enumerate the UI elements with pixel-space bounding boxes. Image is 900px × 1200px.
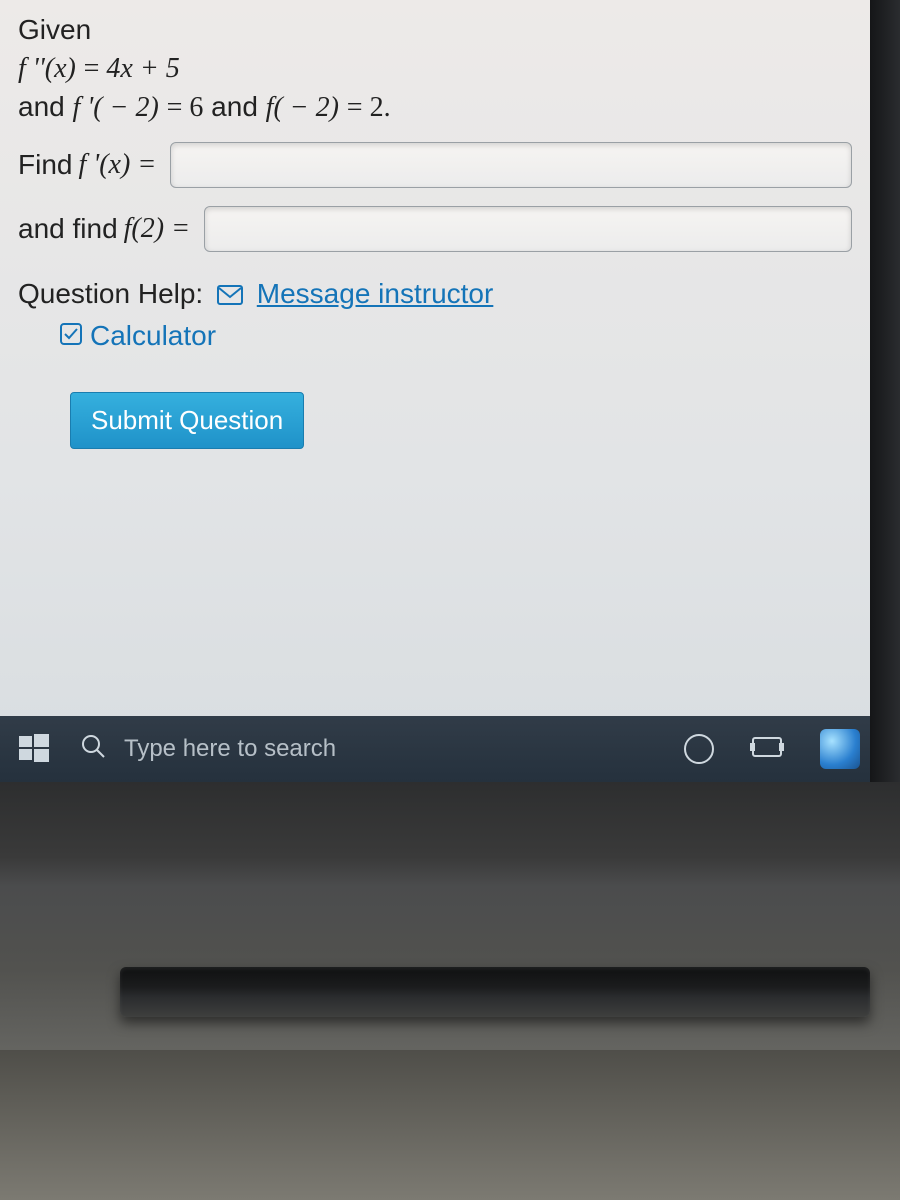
f2-answer-input[interactable] (204, 206, 852, 252)
f2-expr: f(2) = (124, 213, 190, 245)
laptop-deck (0, 1050, 900, 1200)
find-label: Find (18, 149, 72, 181)
ic1-lhs: f '( − 2) (73, 92, 159, 123)
and-prefix: and (18, 91, 73, 122)
windows-taskbar: Type here to search (0, 716, 870, 782)
eq1-lhs: f ''(x) (18, 53, 76, 84)
and-joiner: and (211, 91, 266, 122)
cortana-icon[interactable] (684, 734, 714, 764)
eq1-rhs: 4x + 5 (106, 53, 179, 84)
question-help: Question Help: Message instructor (18, 278, 852, 312)
checkbox-icon (60, 320, 82, 352)
mail-icon (217, 280, 243, 312)
ic1-rhs: 6 (189, 92, 203, 123)
equals-sign: = (167, 92, 190, 123)
and-find-label: and find (18, 213, 118, 245)
task-view-icon[interactable] (750, 735, 784, 763)
fprime-expr: f '(x) = (78, 149, 156, 181)
laptop-hinge (120, 967, 870, 1017)
start-button[interactable] (0, 716, 68, 782)
submit-question-button[interactable]: Submit Question (70, 392, 304, 449)
equals-sign: = (84, 53, 107, 84)
taskbar-right (684, 729, 870, 769)
laptop-body (0, 782, 900, 1200)
browser-viewport: Given f ''(x) = 4x + 5 and f '( − 2) = 6… (0, 0, 870, 782)
help-label: Question Help: (18, 278, 203, 309)
message-instructor-link[interactable]: Message instructor (257, 278, 494, 309)
prompt-f2: and find f(2) = (18, 206, 852, 252)
edge-browser-icon[interactable] (820, 729, 860, 769)
calculator-link[interactable]: Calculator (60, 320, 852, 352)
initial-conditions: and f '( − 2) = 6 and f( − 2) = 2. (18, 91, 852, 124)
given-label: Given (18, 14, 852, 46)
calculator-label: Calculator (90, 320, 216, 352)
taskbar-search[interactable]: Type here to search (80, 733, 684, 766)
equation-second-derivative: f ''(x) = 4x + 5 (18, 52, 852, 85)
prompt-fprime: Find f '(x) = (18, 142, 852, 188)
windows-logo-icon (19, 734, 49, 764)
ic2-lhs: f( − 2) (266, 92, 339, 123)
search-placeholder: Type here to search (124, 735, 336, 763)
fprime-answer-input[interactable] (170, 142, 852, 188)
ic2-rhs: 2. (370, 92, 391, 123)
equals-sign: = (347, 92, 370, 123)
screen-right-bezel (870, 0, 900, 782)
search-icon (80, 733, 106, 766)
question-content: Given f ''(x) = 4x + 5 and f '( − 2) = 6… (0, 0, 870, 449)
